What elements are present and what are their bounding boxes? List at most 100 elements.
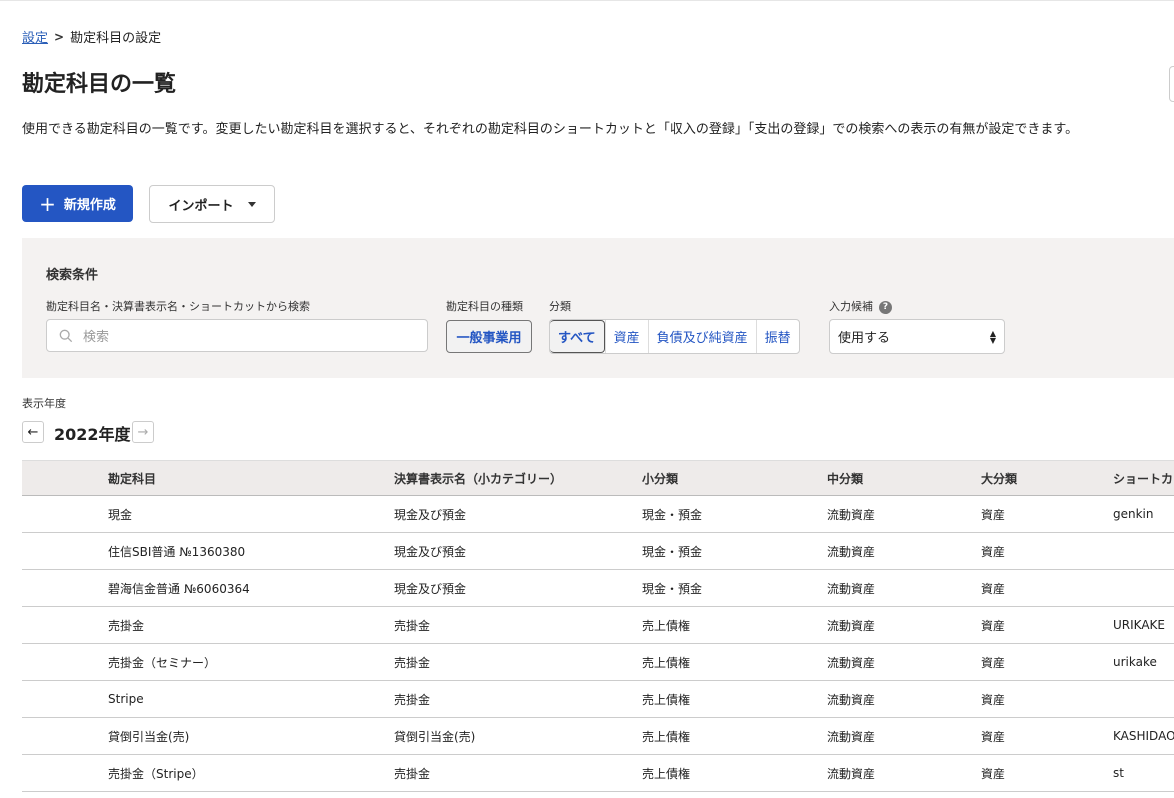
cell-large-class: 資産 [981, 507, 1006, 522]
new-account-label: 新規作成 [63, 198, 116, 213]
cell-mid-class: 流動資産 [827, 618, 876, 633]
category-label: 分類 [549, 300, 571, 313]
cell-shortcut [1113, 681, 1174, 718]
candidate-select[interactable]: 使用する ▲ ▼ [829, 319, 1005, 354]
cell-small-class: 現金・預金 [642, 507, 703, 522]
search-input[interactable]: 検索 [46, 319, 428, 352]
header-statement-name[interactable]: 決算書表示名（小カテゴリー） [394, 461, 642, 496]
keyword-label: 勘定科目名・決算書表示名・ショートカットから検索 [46, 300, 310, 313]
import-label: インポート [168, 198, 234, 214]
category-transfer[interactable]: 振替 [755, 320, 799, 353]
cell-mid-class: 流動資産 [827, 729, 876, 744]
cell-mid-class: 流動資産 [827, 581, 876, 596]
breadcrumb: 設定 > 勘定科目の設定 [22, 27, 162, 47]
category-all[interactable]: すべて [550, 320, 605, 353]
cell-account: 売掛金（セミナー） [108, 655, 217, 670]
cell-account: 住信SBI普通 №1360380 [108, 544, 246, 559]
cell-small-class: 売上債権 [642, 618, 691, 633]
table-row[interactable]: 売掛金（Stripe） 売掛金 売上債権 流動資産 資産 st [22, 755, 1174, 792]
chevron-right-icon: > [54, 29, 65, 44]
table-row[interactable]: 住信SBI普通 №1360380 現金及び預金 現金・預金 流動資産 資産 [22, 533, 1174, 570]
account-type-button[interactable]: 一般事業用 [446, 320, 532, 353]
table-row[interactable]: 貸倒引当金(売) 貸倒引当金(売) 売上債権 流動資産 資産 KASHIDAO [22, 718, 1174, 755]
cell-statement-name: 売掛金 [394, 692, 431, 707]
breadcrumb-settings-link[interactable]: 設定 [22, 27, 48, 46]
cell-statement-name: 売掛金 [394, 766, 431, 781]
header-mid-class[interactable]: 中分類 [827, 461, 981, 496]
help-icon[interactable]: ? [879, 300, 892, 314]
cell-small-class: 現金・預金 [642, 581, 703, 596]
cell-statement-name: 売掛金 [394, 655, 431, 670]
table-row[interactable]: Stripe 売掛金 売上債権 流動資産 資産 [22, 681, 1174, 718]
category-segmented-control: すべて 資産 負債及び純資産 振替 [549, 319, 800, 354]
cell-account: 現金 [108, 507, 133, 522]
cell-shortcut: genkin [1113, 507, 1154, 521]
accounts-table: 勘定科目 決算書表示名（小カテゴリー） 小分類 中分類 大分類 ショートカ 現金… [22, 460, 1174, 792]
plus-icon: + [39, 191, 56, 216]
category-assets[interactable]: 資産 [604, 320, 648, 353]
cell-shortcut [1113, 533, 1174, 570]
table-row[interactable]: 碧海信金普通 №6060364 現金及び預金 現金・預金 流動資産 資産 [22, 570, 1174, 607]
candidate-label-wrap: 入力候補? [829, 298, 892, 314]
header-small-class[interactable]: 小分類 [642, 461, 827, 496]
breadcrumb-current: 勘定科目の設定 [70, 31, 162, 46]
cell-mid-class: 流動資産 [827, 692, 876, 707]
select-arrows-icon: ▲ ▼ [989, 328, 996, 345]
header-shortcut[interactable]: ショートカ [1113, 461, 1174, 496]
table-row[interactable]: 売掛金 売掛金 売上債権 流動資産 資産 URIKAKE [22, 607, 1174, 644]
cell-mid-class: 流動資産 [827, 507, 876, 522]
cell-large-class: 資産 [981, 729, 1006, 744]
next-year-button[interactable]: → [132, 421, 154, 443]
cell-small-class: 売上債権 [642, 692, 691, 707]
arrow-right-icon: → [137, 424, 149, 440]
header-action-button[interactable] [1169, 66, 1174, 102]
search-panel: 検索条件 勘定科目名・決算書表示名・ショートカットから検索 検索 勘定科目の種類… [22, 238, 1174, 378]
cell-shortcut: st [1113, 766, 1124, 780]
cell-mid-class: 流動資産 [827, 766, 876, 781]
page-description: 使用できる勘定科目の一覧です。変更したい勘定科目を選択すると、それぞれの勘定科目… [22, 122, 1079, 137]
import-dropdown-button[interactable]: インポート [149, 185, 275, 223]
cell-large-class: 資産 [981, 692, 1006, 707]
table-row[interactable]: 現金 現金及び預金 現金・預金 流動資産 資産 genkin [22, 496, 1174, 533]
cell-shortcut: urikake [1113, 655, 1157, 669]
page-title: 勘定科目の一覧 [22, 72, 177, 97]
cell-shortcut: KASHIDAO [1113, 729, 1174, 743]
cell-small-class: 売上債権 [642, 729, 691, 744]
cell-small-class: 売上債権 [642, 766, 691, 781]
cell-small-class: 売上債権 [642, 655, 691, 670]
cell-account: 売掛金 [108, 618, 145, 633]
search-panel-title: 検索条件 [46, 268, 99, 283]
cell-account: Stripe [108, 692, 144, 706]
table-row[interactable]: 売掛金（セミナー） 売掛金 売上債権 流動資産 資産 urikake [22, 644, 1174, 681]
header-large-class[interactable]: 大分類 [981, 461, 1113, 496]
cell-shortcut [1113, 570, 1174, 607]
cell-account: 碧海信金普通 №6060364 [108, 581, 250, 596]
cell-statement-name: 現金及び預金 [394, 507, 467, 522]
cell-small-class: 現金・預金 [642, 544, 703, 559]
cell-statement-name: 貸倒引当金(売) [394, 729, 476, 744]
type-label: 勘定科目の種類 [446, 300, 523, 313]
table-header-row: 勘定科目 決算書表示名（小カテゴリー） 小分類 中分類 大分類 ショートカ [22, 460, 1174, 496]
cell-mid-class: 流動資産 [827, 655, 876, 670]
cell-statement-name: 売掛金 [394, 618, 431, 633]
header-account[interactable]: 勘定科目 [108, 461, 394, 496]
cell-statement-name: 現金及び預金 [394, 544, 467, 559]
current-year: 2022年度 [54, 425, 131, 444]
search-icon [59, 329, 73, 342]
new-account-button[interactable]: + 新規作成 [22, 185, 133, 222]
category-liabilities-equity[interactable]: 負債及び純資産 [647, 320, 756, 353]
cell-account: 貸倒引当金(売) [108, 729, 190, 744]
header-spacer [22, 461, 108, 496]
cell-mid-class: 流動資産 [827, 544, 876, 559]
candidate-value: 使用する [838, 331, 891, 346]
cell-large-class: 資産 [981, 581, 1006, 596]
top-border [0, 0, 1174, 1]
cell-account: 売掛金（Stripe） [108, 766, 204, 781]
cell-large-class: 資産 [981, 766, 1006, 781]
cell-large-class: 資産 [981, 618, 1006, 633]
arrow-left-icon: ← [27, 424, 39, 440]
caret-down-icon [247, 201, 256, 207]
prev-year-button[interactable]: ← [22, 421, 44, 443]
cell-shortcut: URIKAKE [1113, 618, 1165, 632]
cell-statement-name: 現金及び預金 [394, 581, 467, 596]
